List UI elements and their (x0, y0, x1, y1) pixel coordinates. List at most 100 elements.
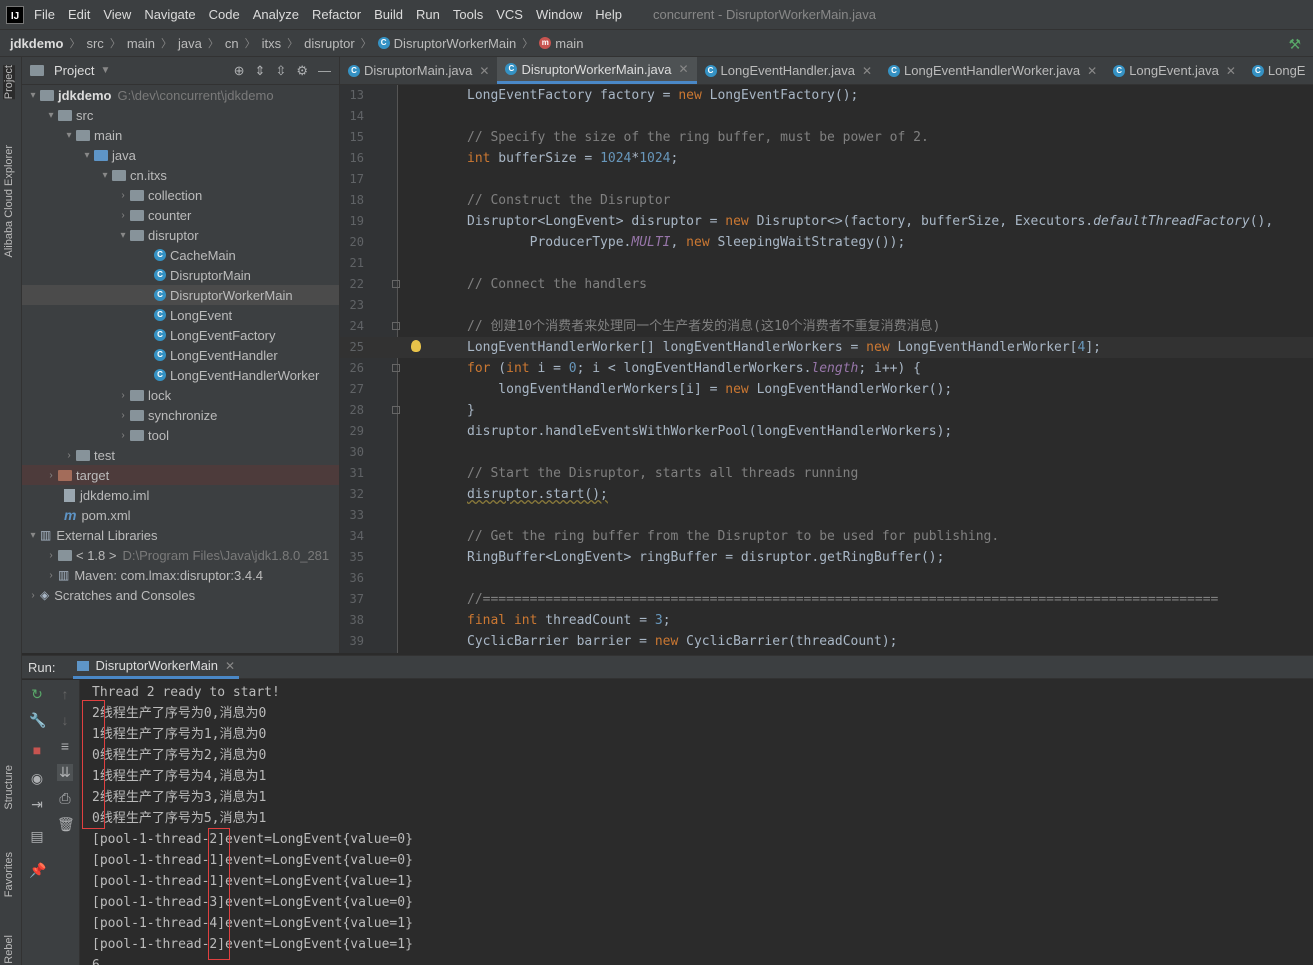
tree-item-src[interactable]: ▾ src (22, 105, 339, 125)
tree-item-longeventhandlerworker[interactable]: C LongEventHandlerWorker (22, 365, 339, 385)
favorites-tool-tab[interactable]: Favorites (3, 852, 15, 897)
build-hammer-icon[interactable]: ⚒ (1288, 36, 1301, 53)
trash-icon[interactable]: 🗑 (57, 816, 75, 833)
code-comment: // Specify the size of the ring buffer, … (467, 130, 929, 145)
tree-item-cachemain[interactable]: C CacheMain (22, 245, 339, 265)
code-line: 39 CyclicBarrier barrier = new CyclicBarr… (340, 631, 1313, 652)
close-icon[interactable]: ✕ (479, 64, 489, 78)
collapse-all-icon[interactable]: ⇳ (275, 63, 286, 79)
breadcrumb-jdkdemo[interactable]: jdkdemo (10, 36, 63, 51)
chevron-down-icon[interactable]: ▼ (100, 65, 110, 76)
tree-item-longevent[interactable]: C LongEvent (22, 305, 339, 325)
tree-item-synchronize[interactable]: › synchronize (22, 405, 339, 425)
close-icon[interactable]: ✕ (225, 659, 235, 673)
breadcrumb-java[interactable]: java (178, 36, 202, 51)
print-icon[interactable]: ⎙ (57, 790, 73, 807)
tree-item-collection[interactable]: › collection (22, 185, 339, 205)
tab-disruptormain[interactable]: C DisruptorMain.java ✕ (340, 57, 497, 84)
tree-item-disruptorworkermain[interactable]: C DisruptorWorkerMain (22, 285, 339, 305)
breadcrumb-class[interactable]: C DisruptorWorkerMain (377, 36, 516, 51)
rerun-icon[interactable]: ↻ (29, 686, 45, 703)
menu-build[interactable]: Build (374, 7, 403, 22)
close-icon[interactable]: ✕ (862, 64, 872, 78)
menu-tools[interactable]: Tools (453, 7, 483, 22)
rebel-tool-tab[interactable]: Rebel (3, 935, 15, 964)
breadcrumb-itxs[interactable]: itxs (262, 36, 282, 51)
tree-item-jdk[interactable]: › < 1.8 > D:\Program Files\Java\jdk1.8.0_2… (22, 545, 339, 565)
tree-item-cn-itxs[interactable]: ▾ cn.itxs (22, 165, 339, 185)
fold-marker-icon[interactable] (392, 280, 400, 288)
tree-item-disruptor[interactable]: ▾ disruptor (22, 225, 339, 245)
tree-item-longeventfactory[interactable]: C LongEventFactory (22, 325, 339, 345)
breadcrumb-disruptor[interactable]: disruptor (304, 36, 355, 51)
menu-refactor[interactable]: Refactor (312, 7, 361, 22)
run-console[interactable]: Thread 2 ready to start! 2线程生产了序号为0,消息为0… (80, 680, 1313, 965)
stop-icon[interactable]: ■ (29, 742, 45, 758)
project-tool-tab[interactable]: Project (3, 65, 15, 100)
menu-code[interactable]: Code (209, 7, 240, 22)
menu-help[interactable]: Help (595, 7, 622, 22)
menu-window[interactable]: Window (536, 7, 582, 22)
tree-item-main[interactable]: ▾ main (22, 125, 339, 145)
tree-item-target[interactable]: › target (22, 465, 339, 485)
minimize-icon[interactable]: — (318, 63, 331, 79)
tree-item-tool[interactable]: › tool (22, 425, 339, 445)
breadcrumb-src[interactable]: src (86, 36, 103, 51)
alibaba-cloud-tool-tab[interactable]: Alibaba Cloud Explorer (3, 145, 15, 258)
tree-item-lock[interactable]: › lock (22, 385, 339, 405)
tab-longeventhandlerworker[interactable]: C LongEventHandlerWorker.java ✕ (880, 57, 1105, 84)
arrow-down-icon[interactable]: ↓ (57, 712, 73, 728)
tree-item-external-libraries[interactable]: ▾ ▥ External Libraries (22, 525, 339, 545)
tree-item-counter[interactable]: › counter (22, 205, 339, 225)
tree-item-java[interactable]: ▾ java (22, 145, 339, 165)
arrow-up-icon[interactable]: ↑ (57, 686, 73, 702)
breadcrumb-cn[interactable]: cn (225, 36, 239, 51)
menu-view[interactable]: View (103, 7, 131, 22)
close-icon[interactable]: ✕ (1226, 64, 1236, 78)
menu-vcs[interactable]: VCS (496, 7, 523, 22)
tree-label: disruptor (148, 227, 199, 243)
menu-analyze[interactable]: Analyze (253, 7, 299, 22)
layout-icon[interactable]: ▤ (29, 828, 45, 845)
wrench-icon[interactable]: 🔧 (29, 712, 46, 729)
tab-longevent[interactable]: C LongEvent.java ✕ (1105, 57, 1244, 84)
tree-item-longeventhandler[interactable]: C LongEventHandler (22, 345, 339, 365)
tree-item-jdkdemo[interactable]: ▾ jdkdemo G:\dev\concurrent\jdkdemo (22, 85, 339, 105)
tab-longeventhandler[interactable]: C LongEventHandler.java ✕ (697, 57, 881, 84)
exit-icon[interactable]: ⇥ (29, 796, 45, 813)
tree-item-scratches[interactable]: › ◈ Scratches and Consoles (22, 585, 339, 605)
tree-item-disruptormain[interactable]: C DisruptorMain (22, 265, 339, 285)
tab-disruptorworkermain[interactable]: C DisruptorWorkerMain.java ✕ (497, 57, 697, 84)
close-icon[interactable]: ✕ (1087, 64, 1097, 78)
lightbulb-icon[interactable] (411, 340, 421, 352)
menu-edit[interactable]: Edit (68, 7, 90, 22)
breadcrumb-main[interactable]: main (127, 36, 155, 51)
menu-file[interactable]: File (34, 7, 55, 22)
fold-marker-icon[interactable] (392, 364, 400, 372)
tree-item-jdkdemo-iml[interactable]: jdkdemo.iml (22, 485, 339, 505)
pin-icon[interactable]: 📌 (29, 862, 46, 879)
code-editor[interactable]: 13 LongEventFactory factory = new LongEve… (340, 85, 1313, 653)
tree-item-pom-xml[interactable]: m pom.xml (22, 505, 339, 525)
breadcrumb-method[interactable]: m main (539, 36, 583, 51)
camera-icon[interactable]: ◉ (29, 770, 45, 787)
menu-navigate[interactable]: Navigate (144, 7, 195, 22)
locate-icon[interactable]: ⊕ (234, 63, 245, 79)
tree-item-test[interactable]: › test (22, 445, 339, 465)
structure-tool-tab[interactable]: Structure (3, 765, 15, 810)
tree-item-maven-disruptor[interactable]: › ▥ Maven: com.lmax:disruptor:3.4.4 (22, 565, 339, 585)
console-line: 2线程生产了序号为3,消息为1 (92, 790, 267, 805)
run-label: Run: (28, 659, 56, 675)
scroll-to-end-icon[interactable]: ⇊ (57, 764, 73, 781)
expand-all-icon[interactable]: ⇕ (255, 63, 266, 79)
project-panel-title[interactable]: Project (54, 63, 94, 78)
soft-wrap-icon[interactable]: ≡ (57, 738, 73, 754)
tab-longe-truncated[interactable]: C LongE (1244, 57, 1313, 84)
close-icon[interactable]: ✕ (678, 62, 688, 76)
gear-icon[interactable]: ⚙ (296, 63, 308, 79)
menu-run[interactable]: Run (416, 7, 440, 22)
run-tab-disruptorworkermain[interactable]: DisruptorWorkerMain ✕ (73, 655, 240, 679)
fold-marker-icon[interactable] (392, 406, 400, 414)
class-icon: C (154, 329, 166, 341)
fold-marker-icon[interactable] (392, 322, 400, 330)
